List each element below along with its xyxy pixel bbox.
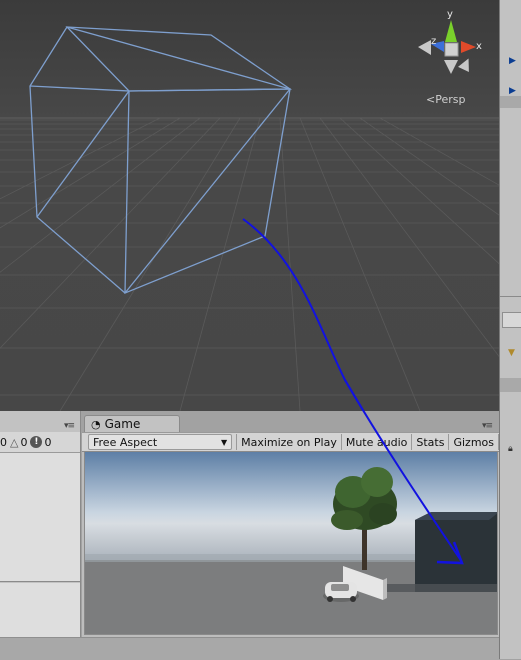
mute-audio-toggle[interactable]: Mute audio xyxy=(342,434,413,450)
folder-tab-icon[interactable] xyxy=(502,312,521,328)
console-panel: ▾≡ 0 △ 0 ! 0 xyxy=(0,411,81,637)
selected-row-highlight-2 xyxy=(500,378,521,392)
panel-divider xyxy=(500,296,521,297)
car-object xyxy=(323,582,359,602)
scene-view[interactable]: y x z <Persp xyxy=(0,0,499,411)
chevron-down-icon: ▼ xyxy=(220,437,228,447)
aspect-value: Free Aspect xyxy=(93,435,158,449)
game-tabbar: ◔ Game ▾≡ xyxy=(82,411,499,432)
info-count: 0 xyxy=(0,435,7,449)
mute-audio-label: Mute audio xyxy=(345,435,408,449)
persp-label: Persp xyxy=(435,93,466,106)
game-panel: ◔ Game ▾≡ Free Aspect ▼ Maximize on Play… xyxy=(82,411,499,637)
stats-label: Stats xyxy=(416,435,445,449)
game-toolbar: Free Aspect ▼ Maximize on Play Mute audi… xyxy=(82,432,499,452)
maximize-on-play-label: Maximize on Play xyxy=(241,435,337,449)
error-toggle[interactable]: ! 0 xyxy=(30,436,51,449)
scene-orientation-gizmo[interactable]: y x z xyxy=(418,9,482,74)
expand-arrow-icon[interactable]: ▶ xyxy=(509,56,516,66)
status-bar xyxy=(0,637,499,660)
console-detail-area[interactable] xyxy=(0,583,80,637)
gizmos-label: Gizmos xyxy=(453,435,494,449)
tab-game[interactable]: ◔ Game xyxy=(84,415,180,432)
game-controller-icon: ◔ xyxy=(91,417,101,431)
gizmos-toggle[interactable]: Gizmos xyxy=(449,434,499,450)
perspective-icon: < xyxy=(426,93,436,106)
game-tab-label: Game xyxy=(104,417,141,431)
warning-count: 0 xyxy=(20,435,28,449)
maximize-on-play-toggle[interactable]: Maximize on Play xyxy=(236,434,342,450)
gizmo-z-label: z xyxy=(431,36,436,47)
warning-icon: △ xyxy=(10,435,19,449)
gizmo-center-cube-icon[interactable] xyxy=(444,42,459,57)
stats-toggle[interactable]: Stats xyxy=(412,434,450,450)
gizmo-neg-z-cone-icon[interactable] xyxy=(458,56,474,72)
selected-row-highlight xyxy=(500,96,521,108)
error-icon: ! xyxy=(30,436,43,448)
gizmo-y-cone-icon[interactable] xyxy=(445,20,457,42)
gizmo-neg-y-cone-icon[interactable] xyxy=(444,60,458,74)
console-toolbar: 0 △ 0 ! 0 xyxy=(0,432,80,453)
aspect-dropdown[interactable]: Free Aspect ▼ xyxy=(88,434,233,450)
persp-toggle[interactable]: <Persp xyxy=(426,93,465,106)
game-viewport[interactable] xyxy=(84,451,498,635)
gizmo-x-label: x xyxy=(476,41,482,52)
gizmo-x-cone-icon[interactable] xyxy=(461,41,476,53)
gizmo-y-label: y xyxy=(447,9,453,20)
panel-menu-icon[interactable]: ▾≡ xyxy=(482,421,493,431)
console-log-list[interactable] xyxy=(0,453,80,582)
warning-toggle[interactable]: △ 0 xyxy=(10,436,27,449)
info-toggle[interactable]: 0 xyxy=(0,436,7,449)
expand-arrow-icon[interactable]: ▼ xyxy=(508,348,515,358)
scene-canvas[interactable]: y x z xyxy=(0,0,499,411)
lock-icon[interactable]: 🔒︎ xyxy=(508,444,513,454)
scene-grid xyxy=(0,117,499,411)
right-side-panel: ▶ ▶ ▼ 🔒︎ xyxy=(499,0,521,659)
annotation-arrow xyxy=(242,218,365,411)
expand-arrow-icon[interactable]: ▶ xyxy=(509,86,516,96)
error-count: 0 xyxy=(44,435,52,449)
gizmo-neg-x-cone-icon[interactable] xyxy=(418,40,431,55)
game-render xyxy=(85,452,497,634)
panel-menu-icon[interactable]: ▾≡ xyxy=(64,421,75,431)
